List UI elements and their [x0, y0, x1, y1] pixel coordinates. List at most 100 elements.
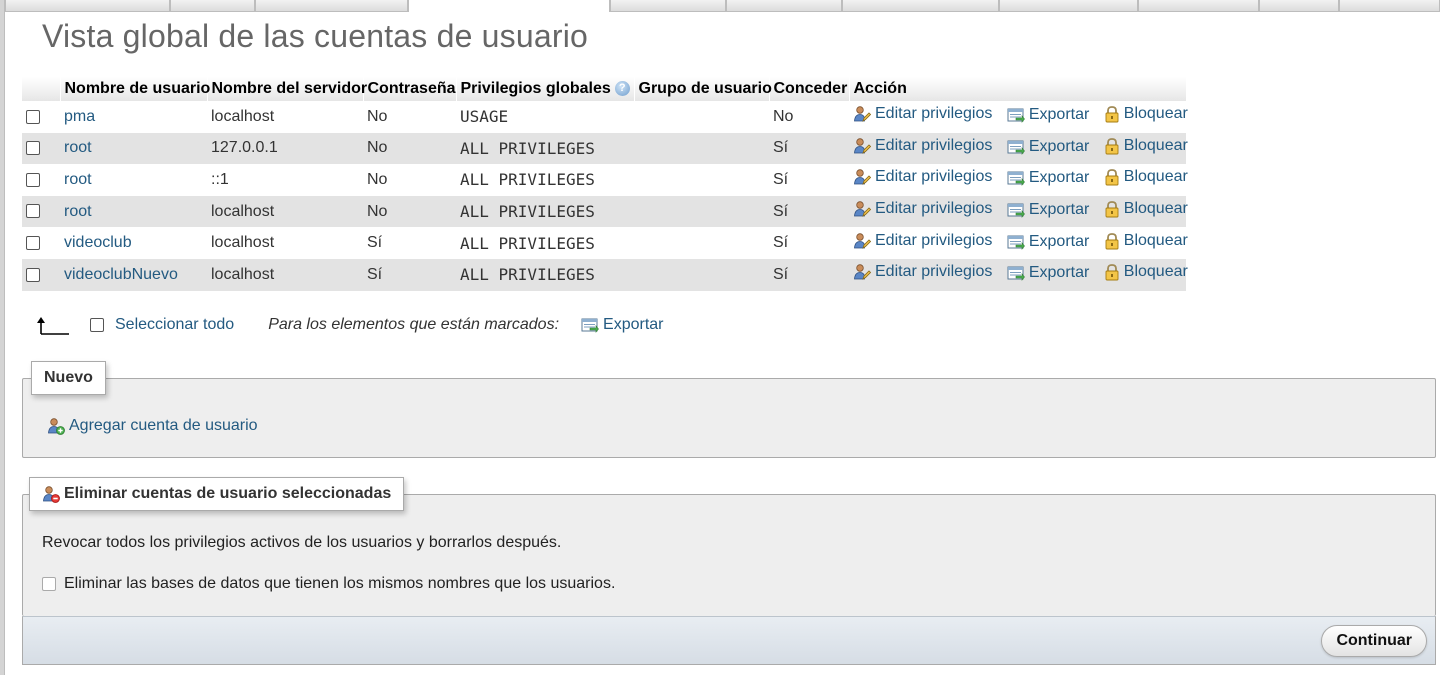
edit-privileges-link[interactable]: Editar privilegios: [875, 168, 992, 186]
top-tab-10[interactable]: [1259, 0, 1339, 12]
user-edit-icon: [854, 169, 871, 186]
select-all-link[interactable]: Seleccionar todo: [115, 316, 234, 334]
header-hostname[interactable]: Nombre del servidor: [207, 77, 367, 101]
lock-icon: [1105, 264, 1119, 281]
table-row: root ::1 No ALL PRIVILEGES Sí Editar pri…: [22, 164, 1188, 196]
top-tab-active[interactable]: [408, 0, 610, 12]
row-select-cell: [22, 195, 60, 228]
header-grant[interactable]: Conceder: [769, 77, 850, 101]
export-icon: [1007, 203, 1025, 218]
username-link[interactable]: videoclubNuevo: [64, 266, 178, 283]
hostname-cell: ::1: [207, 164, 363, 196]
add-user-row: Agregar cuenta de usuario: [47, 417, 258, 435]
user-edit-icon: [854, 138, 871, 154]
edit-privileges-link[interactable]: Editar privilegios: [875, 232, 992, 250]
username-link[interactable]: videoclub: [64, 234, 132, 251]
user-accounts-table: Nombre de usuario Nombre del servidor Co…: [22, 77, 1188, 291]
actions-cell: Editar privilegios Exportar Bloquear: [849, 132, 1188, 165]
row-checkbox[interactable]: [26, 267, 40, 282]
row-checkbox[interactable]: [26, 141, 40, 156]
continue-button[interactable]: Continuar: [1321, 625, 1427, 657]
delete-users-legend: Eliminar cuentas de usuario seleccionada…: [29, 477, 405, 511]
header-username[interactable]: Nombre de usuario: [60, 77, 210, 101]
lock-icon: [1105, 106, 1119, 123]
top-tab-5[interactable]: [610, 0, 726, 12]
form-footer: Continuar: [22, 616, 1436, 665]
top-tab-1[interactable]: [5, 0, 170, 12]
header-password[interactable]: Contraseña: [363, 77, 457, 101]
top-tab-7[interactable]: [842, 0, 999, 12]
lock-icon: [1105, 232, 1119, 250]
actions-cell: Editar privilegios Exportar Bloquear: [849, 258, 1188, 291]
new-user-legend: Nuevo: [31, 361, 106, 395]
top-tab-2[interactable]: [170, 0, 255, 12]
arrow-left-up-icon: [37, 317, 69, 335]
top-tab-3[interactable]: [255, 0, 408, 12]
top-tab-8[interactable]: [999, 0, 1138, 12]
new-user-legend-label: Nuevo: [44, 369, 93, 386]
with-selected-label: Para los elementos que están marcados:: [268, 316, 560, 333]
lock-icon: [1105, 201, 1119, 218]
bulk-export-link[interactable]: Exportar: [603, 316, 663, 334]
header-global-privileges[interactable]: Privilegios globales?: [456, 77, 635, 101]
username-cell: videoclub: [60, 227, 207, 259]
lock-icon: [1105, 137, 1119, 155]
username-link[interactable]: root: [64, 171, 92, 188]
top-tab-6[interactable]: [726, 0, 842, 12]
username-link[interactable]: root: [64, 139, 92, 156]
row-checkbox[interactable]: [26, 172, 40, 187]
edit-privileges-link[interactable]: Editar privilegios: [875, 263, 992, 281]
lock-link[interactable]: Bloquear: [1124, 200, 1188, 218]
row-checkbox[interactable]: [26, 235, 40, 250]
delete-users-legend-label: Eliminar cuentas de usuario seleccionada…: [64, 485, 392, 502]
lock-link[interactable]: Bloquear: [1124, 137, 1188, 155]
header-global-privileges-label: Privilegios globales: [460, 80, 611, 97]
row-select-cell: [22, 101, 60, 133]
lock-link[interactable]: Bloquear: [1124, 168, 1188, 186]
export-link[interactable]: Exportar: [1029, 169, 1089, 187]
table-row: videoclub localhost Sí ALL PRIVILEGES Sí…: [22, 227, 1188, 259]
grant-cell: Sí: [769, 195, 849, 228]
global-privileges-cell: ALL PRIVILEGES: [456, 195, 634, 228]
username-cell: root: [60, 195, 207, 228]
username-link[interactable]: pma: [64, 108, 95, 125]
username-cell: videoclubNuevo: [60, 258, 207, 291]
delete-users-fieldset: Eliminar cuentas de usuario seleccionada…: [22, 477, 1436, 616]
export-link[interactable]: Exportar: [1029, 201, 1089, 219]
top-tab-9[interactable]: [1138, 0, 1259, 12]
password-cell: Sí: [363, 258, 456, 291]
grant-cell: No: [769, 101, 849, 133]
row-select-cell: [22, 132, 60, 165]
username-cell: root: [60, 132, 207, 165]
user-group-cell: [634, 258, 769, 291]
row-checkbox[interactable]: [26, 204, 40, 219]
export-icon: [1007, 140, 1025, 155]
export-link[interactable]: Exportar: [1029, 264, 1089, 282]
user-group-cell: [634, 164, 769, 196]
lock-icon: [1105, 169, 1119, 186]
header-checkbox-col: [22, 77, 61, 101]
edit-privileges-link[interactable]: Editar privilegios: [875, 105, 992, 123]
lock-link[interactable]: Bloquear: [1124, 263, 1188, 281]
export-icon: [581, 318, 599, 333]
table-row: videoclubNuevo localhost Sí ALL PRIVILEG…: [22, 258, 1188, 291]
user-add-icon: [48, 418, 65, 435]
header-user-group[interactable]: Grupo de usuario: [634, 77, 772, 101]
lock-link[interactable]: Bloquear: [1124, 232, 1188, 250]
username-link[interactable]: root: [64, 203, 92, 220]
row-checkbox[interactable]: [26, 109, 40, 124]
user-edit-icon: [854, 232, 871, 249]
lock-link[interactable]: Bloquear: [1124, 105, 1188, 123]
top-tab-11[interactable]: [1339, 0, 1440, 12]
export-link[interactable]: Exportar: [1029, 138, 1089, 156]
drop-db-label[interactable]: Eliminar las bases de datos que tienen l…: [64, 575, 615, 593]
select-all-checkbox[interactable]: [90, 318, 104, 332]
export-link[interactable]: Exportar: [1029, 233, 1089, 251]
drop-db-checkbox[interactable]: [42, 577, 56, 591]
edit-privileges-link[interactable]: Editar privilegios: [875, 200, 992, 218]
export-link[interactable]: Exportar: [1029, 106, 1089, 124]
edit-privileges-link[interactable]: Editar privilegios: [875, 137, 992, 155]
add-user-account-link[interactable]: Agregar cuenta de usuario: [69, 417, 258, 435]
help-icon[interactable]: ?: [614, 81, 630, 97]
password-cell: Sí: [363, 227, 456, 259]
